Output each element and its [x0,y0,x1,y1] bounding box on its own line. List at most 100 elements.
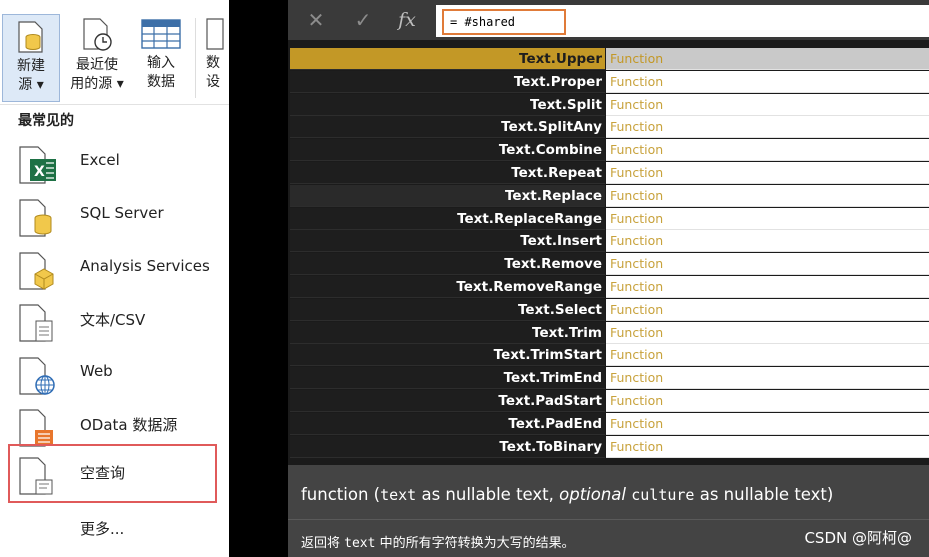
function-signature: function (text as nullable text, optiona… [301,485,833,504]
more-link[interactable]: 更多... [80,518,124,539]
function-name[interactable]: Text.Replace [290,184,605,207]
recent-sources-button[interactable]: 最近使 用的源 ▾ [62,12,132,104]
sig-keyword: function ( [301,485,381,504]
function-name[interactable]: Text.SplitAny [290,116,605,139]
function-value-link[interactable]: Function [606,207,929,230]
function-value-link[interactable]: Function [606,253,929,276]
function-value-link[interactable]: Function [606,367,929,390]
function-name[interactable]: Text.Insert [290,230,605,253]
blank-query-highlight [8,444,217,503]
ribbon: 新建 源 ▾ 最近使 用的源 ▾ 输入 数据 数 设 [0,0,229,105]
table-row[interactable]: Text.SplitAny Function [290,116,929,139]
web-icon [19,357,55,395]
ribbon-separator [195,18,196,98]
desc-before: 返回将 [301,536,345,551]
source-label: OData 数据源 [80,416,178,434]
table-row[interactable]: Text.PadEnd Function [290,412,929,436]
table-row[interactable]: Text.Upper Function [290,48,929,71]
function-name[interactable]: Text.RemoveRange [290,275,605,298]
table-row[interactable]: Text.RemoveRange Function [290,275,929,299]
formula-text: = #shared [442,9,566,35]
function-value-link[interactable]: Function [606,184,929,207]
table-row[interactable]: Text.Select Function [290,298,929,322]
new-source-label-1: 新建 [17,58,45,74]
function-value-link[interactable]: Function [606,230,929,253]
table-row[interactable]: Text.Insert Function [290,230,929,253]
formula-input[interactable]: = #shared [436,5,929,37]
source-web[interactable]: Web [0,348,229,400]
enter-data-label-1: 输入 [147,55,175,71]
enter-data-button[interactable]: 输入 数据 [133,12,189,104]
table-row[interactable]: Text.Combine Function [290,139,929,162]
table-row[interactable]: Text.ReplaceRange Function [290,207,929,231]
source-label: 文本/CSV [80,311,146,329]
function-value-link[interactable]: Function [606,48,929,70]
table-row[interactable]: Text.Replace Function [290,184,929,208]
function-name[interactable]: Text.Upper [290,48,605,70]
function-value-link[interactable]: Function [606,389,929,412]
function-name[interactable]: Text.Combine [290,139,605,162]
function-name[interactable]: Text.Split [290,93,605,116]
table-row[interactable]: Text.Trim Function [290,321,929,345]
function-name[interactable]: Text.ToBinary [290,435,605,458]
new-source-button[interactable]: 新建 源 ▾ [2,14,60,102]
function-value-link[interactable]: Function [606,93,929,116]
table-row[interactable]: Text.PadStart Function [290,389,929,413]
table-row[interactable]: Text.Split Function [290,93,929,117]
table-row[interactable]: Text.ToBinary Function [290,435,929,459]
recent-sources-icon [83,18,112,51]
table-row[interactable]: Text.Remove Function [290,253,929,276]
function-value-link[interactable]: Function [606,275,929,298]
function-value-link[interactable]: Function [606,344,929,367]
function-value-link[interactable]: Function [606,435,929,458]
source-label: Analysis Services [80,257,210,275]
function-value-link[interactable]: Function [606,298,929,321]
source-label: Excel [80,151,120,169]
function-name[interactable]: Text.TrimStart [290,344,605,367]
function-name[interactable]: Text.PadEnd [290,412,605,435]
text-csv-icon [19,304,53,342]
source-label: Web [80,362,113,380]
fx-icon[interactable]: fx [392,6,422,34]
function-name[interactable]: Text.ReplaceRange [290,207,605,230]
function-value-link[interactable]: Function [606,412,929,435]
function-value-link[interactable]: Function [606,116,929,139]
sig-type-2: as nullable text) [694,485,834,504]
table-row[interactable]: Text.Proper Function [290,70,929,94]
function-name[interactable]: Text.Remove [290,253,605,276]
source-text-csv[interactable]: 文本/CSV [0,295,229,347]
source-analysis-services[interactable]: Analysis Services [0,243,229,295]
watermark: CSDN @阿柯@ [804,529,912,547]
new-source-icon [18,21,43,53]
function-name[interactable]: Text.Trim [290,321,605,344]
source-sql-server[interactable]: SQL Server [0,190,229,242]
recent-sources-label-2: 用的源 ▾ [70,76,124,92]
function-value-link[interactable]: Function [606,70,929,93]
functions-table: Text.Upper Function Text.Proper Function Tex… [290,48,929,458]
function-description: 返回将 text 中的所有字符转换为大写的结果。 [301,532,575,551]
enter-data-label-2: 数据 [147,74,175,90]
query-editor: ✕ ✓ fx = #shared Text.Upper Function Text.… [288,0,929,557]
function-name[interactable]: Text.TrimEnd [290,367,605,390]
sig-optional: optional [559,485,626,504]
function-value-link[interactable]: Function [606,139,929,162]
function-name[interactable]: Text.PadStart [290,389,605,412]
cancel-icon[interactable]: ✕ [301,6,331,34]
dataverse-button[interactable]: 数 设 [206,12,229,104]
desc-after: 中的所有字符转换为大写的结果。 [375,536,575,551]
divider [288,519,929,520]
function-name[interactable]: Text.Repeat [290,161,605,184]
check-icon[interactable]: ✓ [348,6,378,34]
table-row[interactable]: Text.Repeat Function [290,161,929,185]
source-excel[interactable]: X Excel [0,137,229,189]
sig-param-text: text [380,486,417,504]
function-value-link[interactable]: Function [606,161,929,184]
function-name[interactable]: Text.Proper [290,70,605,93]
table-row[interactable]: Text.TrimStart Function [290,344,929,367]
analysis-services-icon [19,252,54,290]
svg-text:X: X [34,164,45,180]
new-source-label-2: 源 ▾ [18,77,44,93]
function-value-link[interactable]: Function [606,321,929,344]
table-row[interactable]: Text.TrimEnd Function [290,367,929,390]
function-name[interactable]: Text.Select [290,298,605,321]
